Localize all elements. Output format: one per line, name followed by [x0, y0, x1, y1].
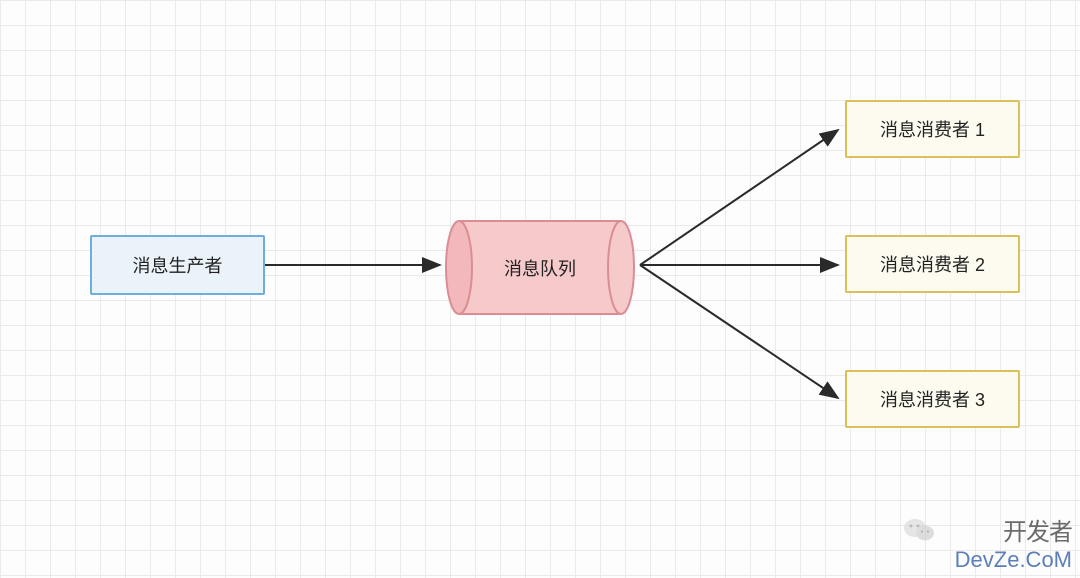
- wechat-icon: [903, 517, 935, 543]
- watermark-line2: DevZe.CoM: [955, 547, 1072, 572]
- arrow-queue-consumer1: [640, 130, 838, 265]
- queue-label: 消息队列: [445, 220, 635, 315]
- arrow-queue-consumer3: [640, 265, 838, 398]
- watermark-line1: 开发者: [955, 519, 1072, 547]
- watermark: 开发者 DevZe.CoM: [955, 519, 1072, 572]
